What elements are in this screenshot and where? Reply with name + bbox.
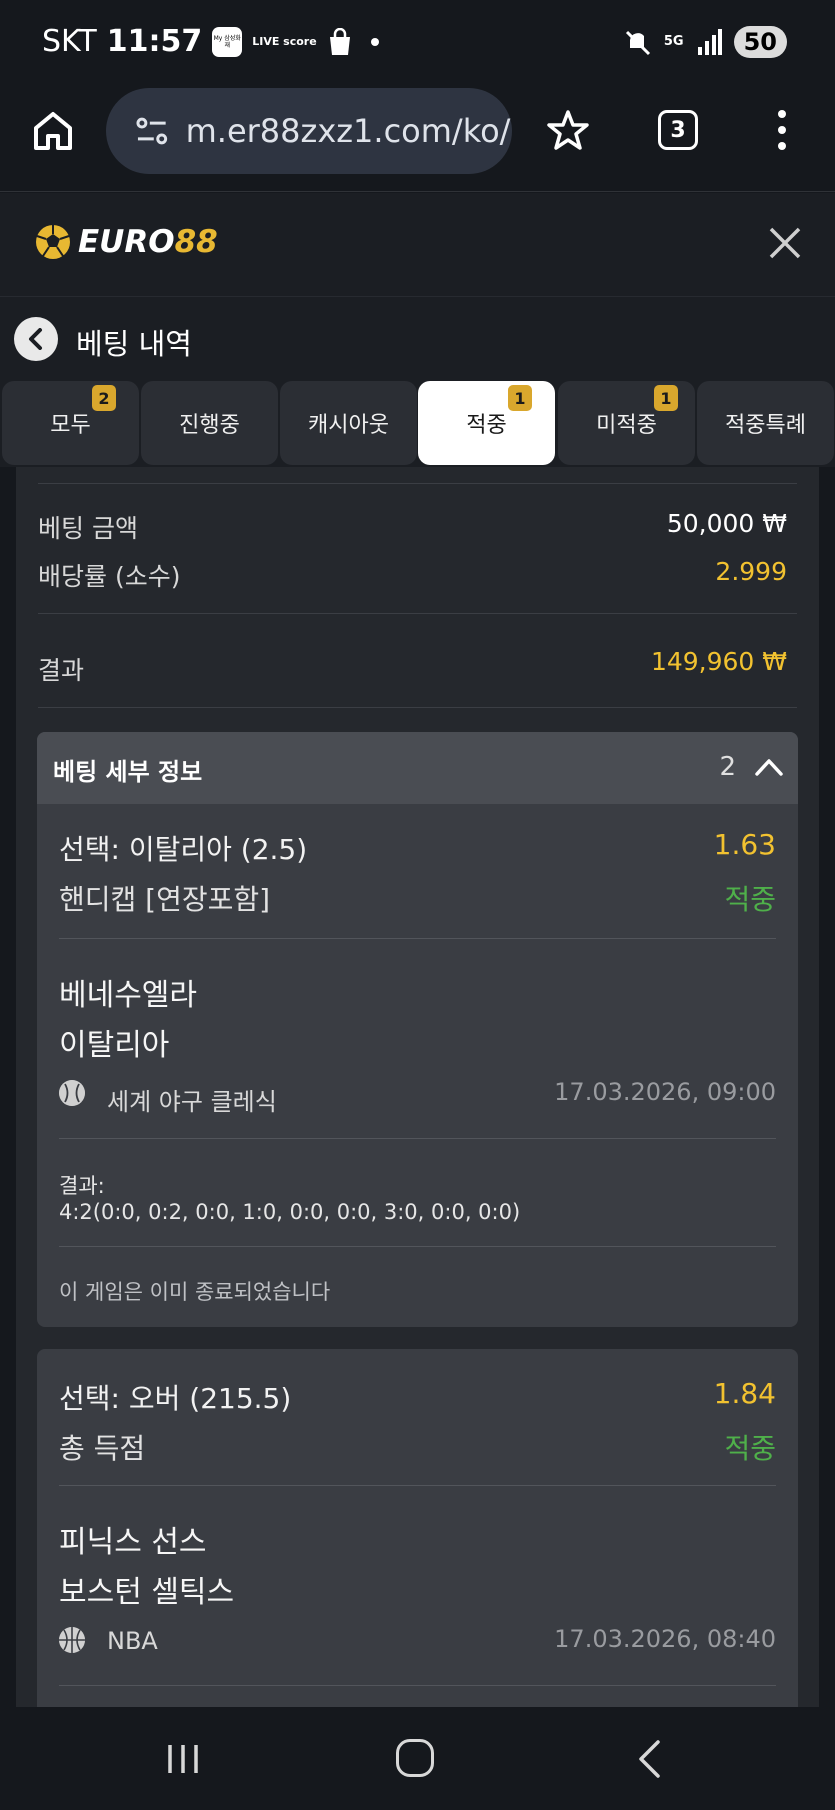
tab-label: 적중특례 bbox=[725, 413, 806, 438]
result-value: 149,960 ₩ bbox=[650, 647, 787, 676]
bet-history-content[interactable]: 베팅 금액 50,000 ₩ 배당률 (소수) 2.999 결과 149,960… bbox=[16, 467, 819, 1707]
bet-filter-tabs: 모두 2 진행중 캐시아웃 적중 1 미적중 1 적중특례 bbox=[0, 379, 835, 467]
match-result-label: 결과: bbox=[59, 1174, 105, 1198]
bet-details-count: 2 bbox=[719, 752, 736, 782]
divider bbox=[38, 483, 797, 484]
odds-value: 2.999 bbox=[715, 557, 787, 586]
status-bar: SKT 11:57 My 삼성화재 LIVE score 5G 50 bbox=[0, 0, 835, 88]
stake-value: 50,000 ₩ bbox=[666, 509, 787, 538]
baseball-icon bbox=[59, 1080, 85, 1106]
pick-market: 핸디캡 [연장포함] bbox=[59, 883, 271, 916]
odds-label: 배당률 (소수) bbox=[38, 562, 181, 591]
carrier-label: SKT bbox=[42, 24, 97, 59]
pick-odds: 1.63 bbox=[713, 828, 776, 861]
home-icon[interactable] bbox=[30, 108, 76, 154]
divider bbox=[59, 1485, 776, 1486]
back-arrow-icon[interactable] bbox=[636, 1739, 662, 1779]
tab-cashout[interactable]: 캐시아웃 bbox=[280, 381, 417, 465]
result-label: 결과 bbox=[38, 656, 85, 685]
divider bbox=[38, 613, 797, 614]
team-away: 이탈리아 bbox=[59, 1028, 170, 1063]
bet-details-header[interactable]: 베팅 세부 정보 2 bbox=[37, 732, 798, 804]
basketball-icon bbox=[59, 1627, 85, 1653]
pick-status: 적중 bbox=[724, 1432, 776, 1465]
team-away: 보스턴 셀틱스 bbox=[59, 1575, 235, 1610]
bet-details-panel: 베팅 세부 정보 2 선택: 이탈리아 (2.5) 1.63 핸디캡 [연장포함… bbox=[37, 732, 798, 1327]
mute-icon bbox=[625, 30, 650, 56]
pick-market: 총 득점 bbox=[59, 1432, 146, 1465]
address-bar[interactable]: m.er88zxz1.com/ko/s bbox=[106, 88, 512, 174]
back-button[interactable] bbox=[14, 317, 58, 361]
bookmark-star-icon[interactable] bbox=[546, 108, 590, 152]
match-result-score: 4:2(0:0, 0:2, 0:0, 1:0, 0:0, 0:0, 3:0, 0… bbox=[59, 1200, 521, 1224]
soccer-ball-icon bbox=[36, 225, 70, 259]
tab-won[interactable]: 적중 1 bbox=[418, 381, 555, 465]
page-title: 베팅 내역 bbox=[76, 327, 192, 361]
recent-apps-icon[interactable] bbox=[166, 1743, 200, 1775]
divider bbox=[59, 1138, 776, 1139]
league-name: NBA bbox=[107, 1627, 158, 1655]
tab-label: 진행중 bbox=[179, 413, 240, 438]
divider bbox=[59, 1685, 776, 1686]
site-header: EURO88 bbox=[0, 193, 835, 297]
site-settings-icon[interactable] bbox=[134, 113, 170, 149]
tab-in-progress[interactable]: 진행중 bbox=[141, 381, 278, 465]
game-finished-note: 이 게임은 이미 종료되었습니다 bbox=[59, 1280, 331, 1304]
tab-label: 모두 bbox=[50, 413, 91, 438]
chevron-left-icon bbox=[29, 328, 42, 350]
divider bbox=[59, 1246, 776, 1247]
signal-icon bbox=[697, 29, 722, 55]
stake-label: 베팅 금액 bbox=[38, 514, 138, 543]
pick-selection: 선택: 오버 (215.5) bbox=[59, 1382, 292, 1415]
more-notifications-dot bbox=[370, 37, 379, 46]
livescore-notification-icon: LIVE score bbox=[252, 35, 317, 48]
tab-count-badge: 1 bbox=[508, 385, 532, 411]
app-notification-icon: My 삼성화재 bbox=[212, 26, 243, 57]
pick-status: 적중 bbox=[724, 883, 776, 916]
url-text[interactable]: m.er88zxz1.com/ko/s bbox=[186, 112, 512, 150]
league-name: 세계 야구 클레식 bbox=[107, 1088, 277, 1116]
match-datetime: 17.03.2026, 09:00 bbox=[554, 1078, 776, 1106]
team-home: 피닉스 선스 bbox=[59, 1525, 207, 1560]
tab-count-badge: 2 bbox=[92, 385, 116, 411]
bet-details-title: 베팅 세부 정보 bbox=[53, 758, 203, 786]
more-menu-icon[interactable] bbox=[770, 106, 794, 154]
system-nav-bar bbox=[0, 1707, 835, 1810]
shopping-bag-icon bbox=[329, 27, 350, 55]
tab-lost[interactable]: 미적중 1 bbox=[558, 381, 695, 465]
tab-label: 적중 bbox=[466, 413, 507, 438]
tab-special-win[interactable]: 적중특례 bbox=[697, 381, 834, 465]
clock: 11:57 bbox=[106, 24, 203, 59]
divider bbox=[59, 938, 776, 939]
pick-odds: 1.84 bbox=[713, 1377, 776, 1410]
team-home: 베네수엘라 bbox=[59, 978, 197, 1013]
tab-all[interactable]: 모두 2 bbox=[2, 381, 139, 465]
tab-label: 캐시아웃 bbox=[308, 413, 389, 438]
tab-count-badge: 1 bbox=[654, 385, 678, 411]
tab-label: 미적중 bbox=[596, 413, 657, 438]
site-logo[interactable]: EURO88 bbox=[34, 223, 218, 261]
battery-indicator: 50 bbox=[733, 26, 787, 58]
browser-toolbar: m.er88zxz1.com/ko/s 3 bbox=[0, 88, 835, 192]
close-icon[interactable] bbox=[765, 223, 805, 263]
home-button[interactable] bbox=[396, 1739, 434, 1777]
pick-selection: 선택: 이탈리아 (2.5) bbox=[59, 833, 308, 866]
bet-pick-card: 선택: 오버 (215.5) 1.84 총 득점 적중 피닉스 선스 보스턴 셀… bbox=[37, 1349, 798, 1707]
match-datetime: 17.03.2026, 08:40 bbox=[554, 1625, 776, 1653]
chevron-up-icon[interactable] bbox=[754, 754, 784, 780]
tab-switcher-button[interactable]: 3 bbox=[658, 110, 698, 150]
page-header: 베팅 내역 bbox=[0, 297, 835, 379]
divider bbox=[38, 707, 797, 708]
logo-wordmark: EURO88 bbox=[78, 224, 218, 260]
network-type: 5G bbox=[663, 34, 684, 49]
